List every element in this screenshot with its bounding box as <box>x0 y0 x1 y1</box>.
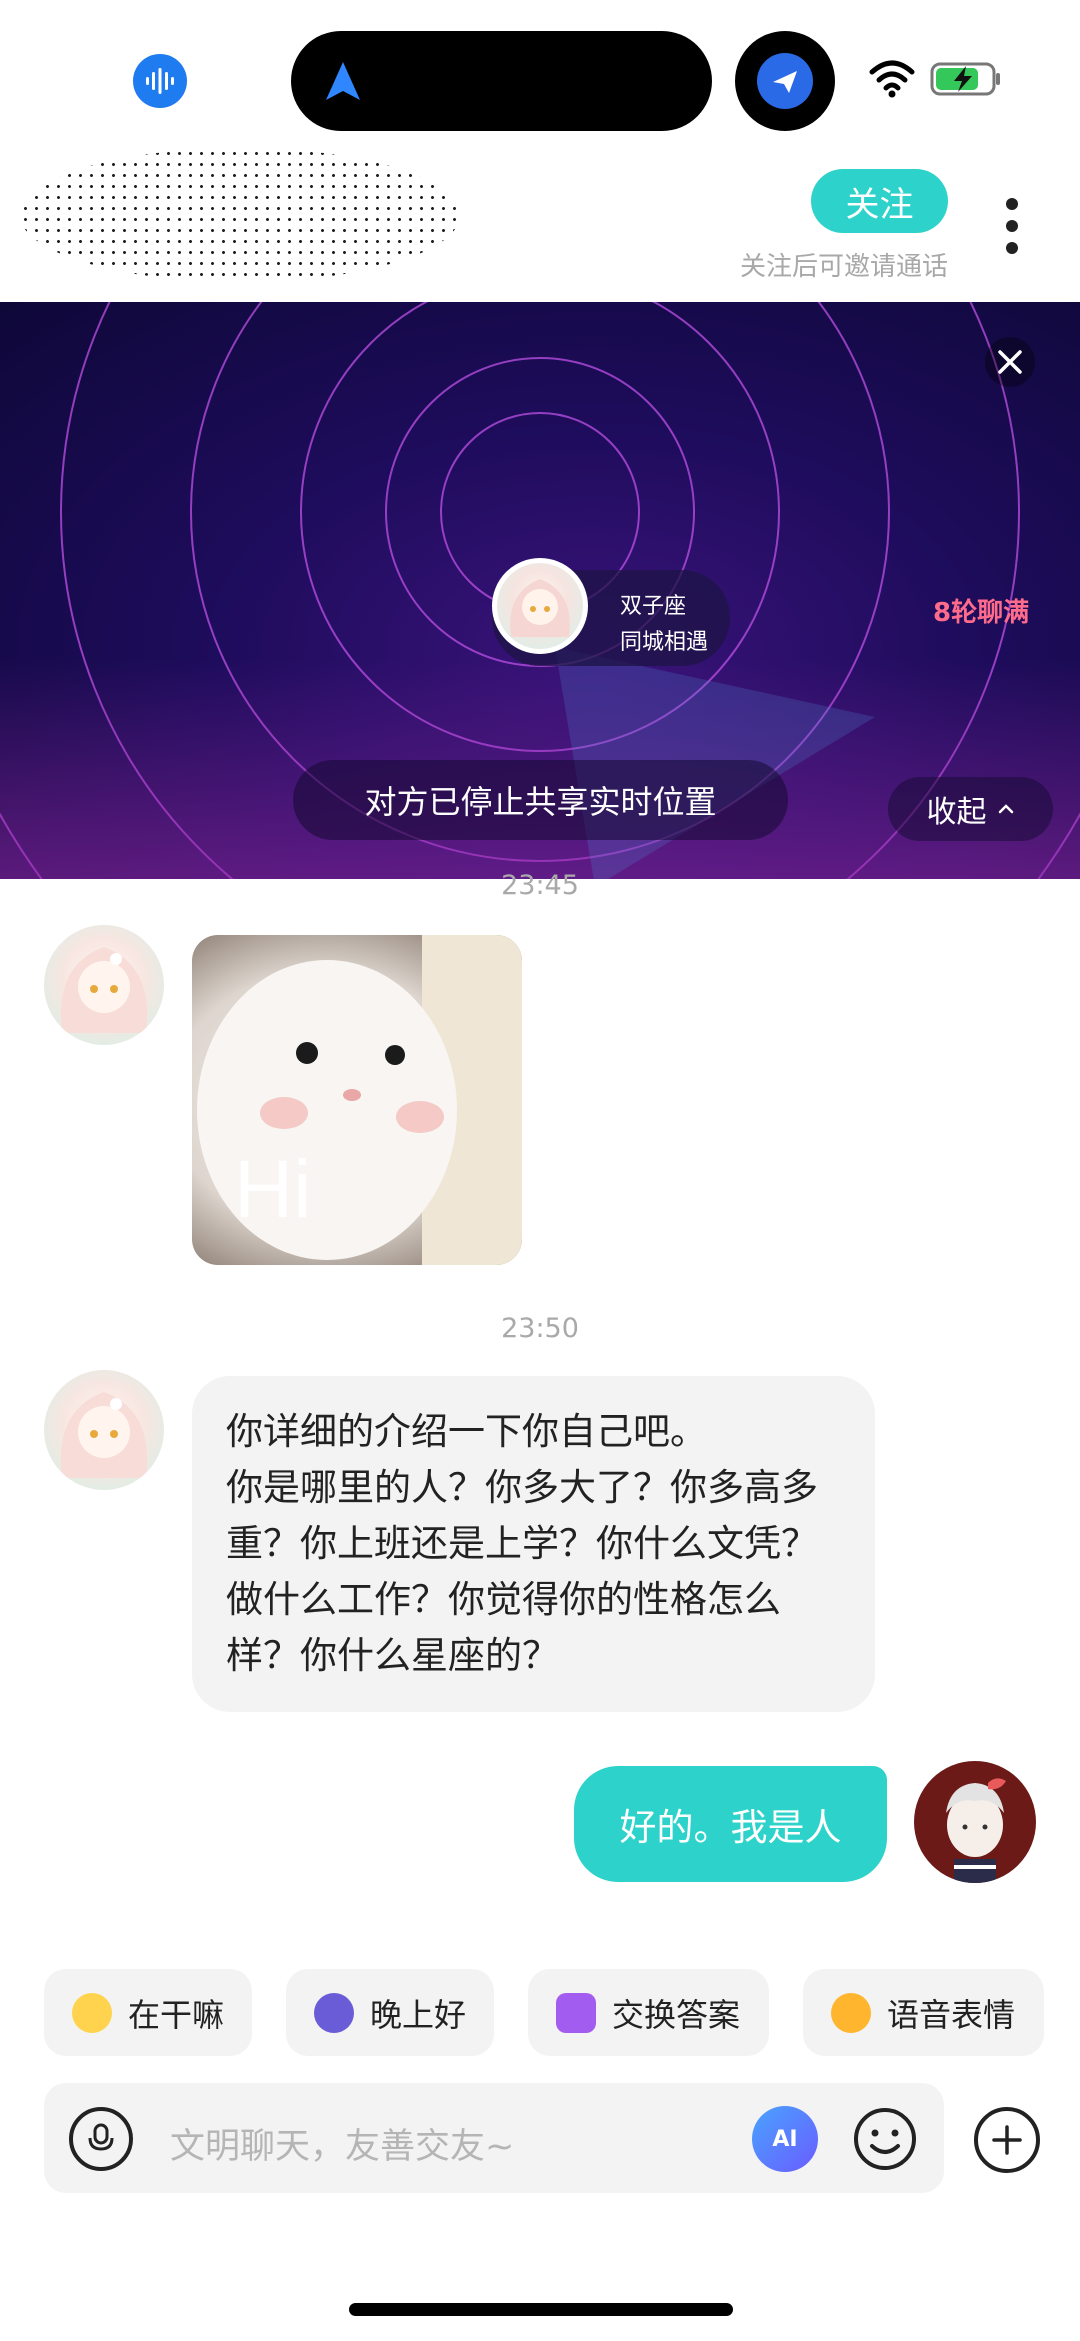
emoji-button[interactable] <box>852 2106 918 2172</box>
quick-reply-chip[interactable]: 语音表情 <box>803 1969 1044 2056</box>
close-banner-button[interactable] <box>985 337 1035 387</box>
quick-reply-label: 交换答案 <box>612 1995 741 2034</box>
blurred-username <box>20 148 460 282</box>
partner-zodiac: 双子座 <box>620 594 687 619</box>
more-dot-icon <box>1006 198 1018 210</box>
timestamp: 23:45 <box>501 870 579 901</box>
swap-icon <box>556 1992 596 2033</box>
timestamp: 23:50 <box>501 1313 579 1344</box>
wifi-icon <box>869 60 915 98</box>
quick-reply-label: 在干嘛 <box>128 1995 225 2034</box>
smile-sound-icon <box>831 1992 871 2033</box>
chat-rounds-badge: 8轮聊满 <box>933 598 1030 628</box>
location-radar-banner: 双子座 同城相遇 8轮聊满 对方已停止共享实时位置 收起 <box>0 302 1080 879</box>
partner-same-city: 同城相遇 <box>620 630 709 655</box>
quick-reply-chip[interactable]: 晚上好 <box>286 1969 494 2056</box>
follow-button[interactable]: 关注 <box>811 169 948 233</box>
more-actions-button[interactable] <box>974 2107 1040 2173</box>
my-message-bubble[interactable]: 好的。我是人 <box>574 1766 887 1882</box>
follow-hint-text: 关注后可邀请通话 <box>739 252 948 282</box>
message-input-placeholder[interactable]: 文明聊天，友善交友~ <box>170 2118 514 2169</box>
collapse-label: 收起 <box>926 795 987 830</box>
partner-chat-avatar[interactable] <box>44 1370 164 1490</box>
collapse-button[interactable]: 收起 <box>888 777 1053 841</box>
sound-wave-icon <box>146 68 174 94</box>
quick-reply-chip[interactable]: 交换答案 <box>528 1969 769 2056</box>
message-text: 你详细的介绍一下你自己吧。 你是哪里的人？你多大了？你多高多重？你上班还是上学？… <box>226 1410 818 1677</box>
ai-assistant-button[interactable]: AI <box>752 2106 818 2172</box>
home-indicator <box>349 2303 733 2316</box>
paper-plane-icon <box>757 53 813 109</box>
voice-input-button[interactable] <box>69 2107 133 2171</box>
partner-message-bubble[interactable]: 你详细的介绍一下你自己吧。 你是哪里的人？你多大了？你多高多重？你上班还是上学？… <box>192 1376 875 1712</box>
more-dot-icon <box>1006 242 1018 254</box>
more-options-button[interactable] <box>995 198 1029 254</box>
voice-assistant-icon[interactable] <box>133 54 187 108</box>
island-app-indicator <box>735 31 835 131</box>
ai-label: AI <box>772 2126 798 2152</box>
sticker-caption: Hi <box>234 1144 312 1235</box>
quick-reply-chip[interactable]: 在干嘛 <box>44 1969 252 2056</box>
close-icon <box>998 350 1022 374</box>
more-dot-icon <box>1006 220 1018 232</box>
navigation-arrow-icon <box>326 62 360 100</box>
partner-avatar <box>492 558 588 654</box>
battery-charging-icon <box>930 62 1000 96</box>
partner-location-marker[interactable]: 双子座 同城相遇 <box>492 558 730 666</box>
location-status: 对方已停止共享实时位置 <box>293 760 788 840</box>
hamster-sticker-message[interactable]: Hi <box>192 935 522 1265</box>
partner-chat-avatar[interactable] <box>44 925 164 1045</box>
chevron-up-icon <box>998 804 1013 814</box>
quick-reply-label: 晚上好 <box>370 1995 467 2034</box>
moon-face-icon <box>314 1992 354 2033</box>
my-avatar[interactable] <box>914 1761 1036 1883</box>
microphone-icon <box>88 2123 114 2151</box>
quick-reply-label: 语音表情 <box>887 1995 1016 2034</box>
plus-icon <box>992 2125 1022 2155</box>
message-text: 好的。我是人 <box>619 1806 842 1849</box>
face-with-monocle-icon <box>72 1992 112 2033</box>
